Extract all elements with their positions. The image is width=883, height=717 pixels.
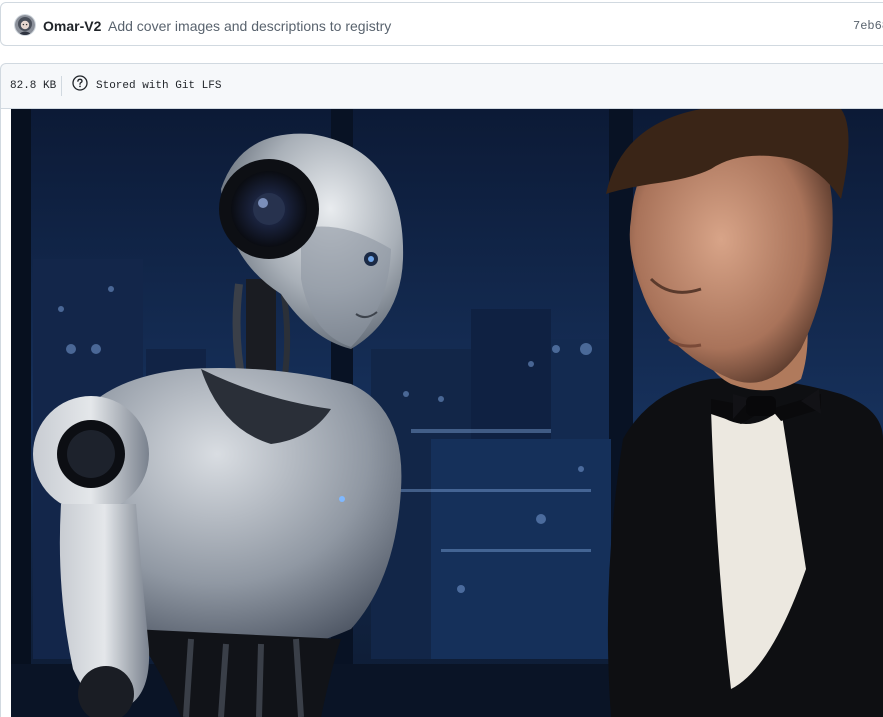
latest-commit-bar: Omar-V2 Add cover images and description… (0, 2, 883, 46)
file-info-header: 82.8 KB Stored with Git LFS (0, 63, 883, 109)
author-avatar[interactable] (15, 15, 35, 35)
cover-image (11, 109, 883, 717)
question-circle-icon[interactable] (72, 75, 88, 91)
commit-message-link[interactable]: Add cover images and descriptions to reg… (108, 16, 391, 36)
header-divider (61, 76, 62, 96)
git-lfs-label: Stored with Git LFS (96, 80, 222, 92)
commit-author-link[interactable]: Omar-V2 (43, 16, 101, 36)
commit-sha-link[interactable]: 7eb68 (853, 18, 883, 34)
file-size: 82.8 KB (10, 80, 57, 92)
